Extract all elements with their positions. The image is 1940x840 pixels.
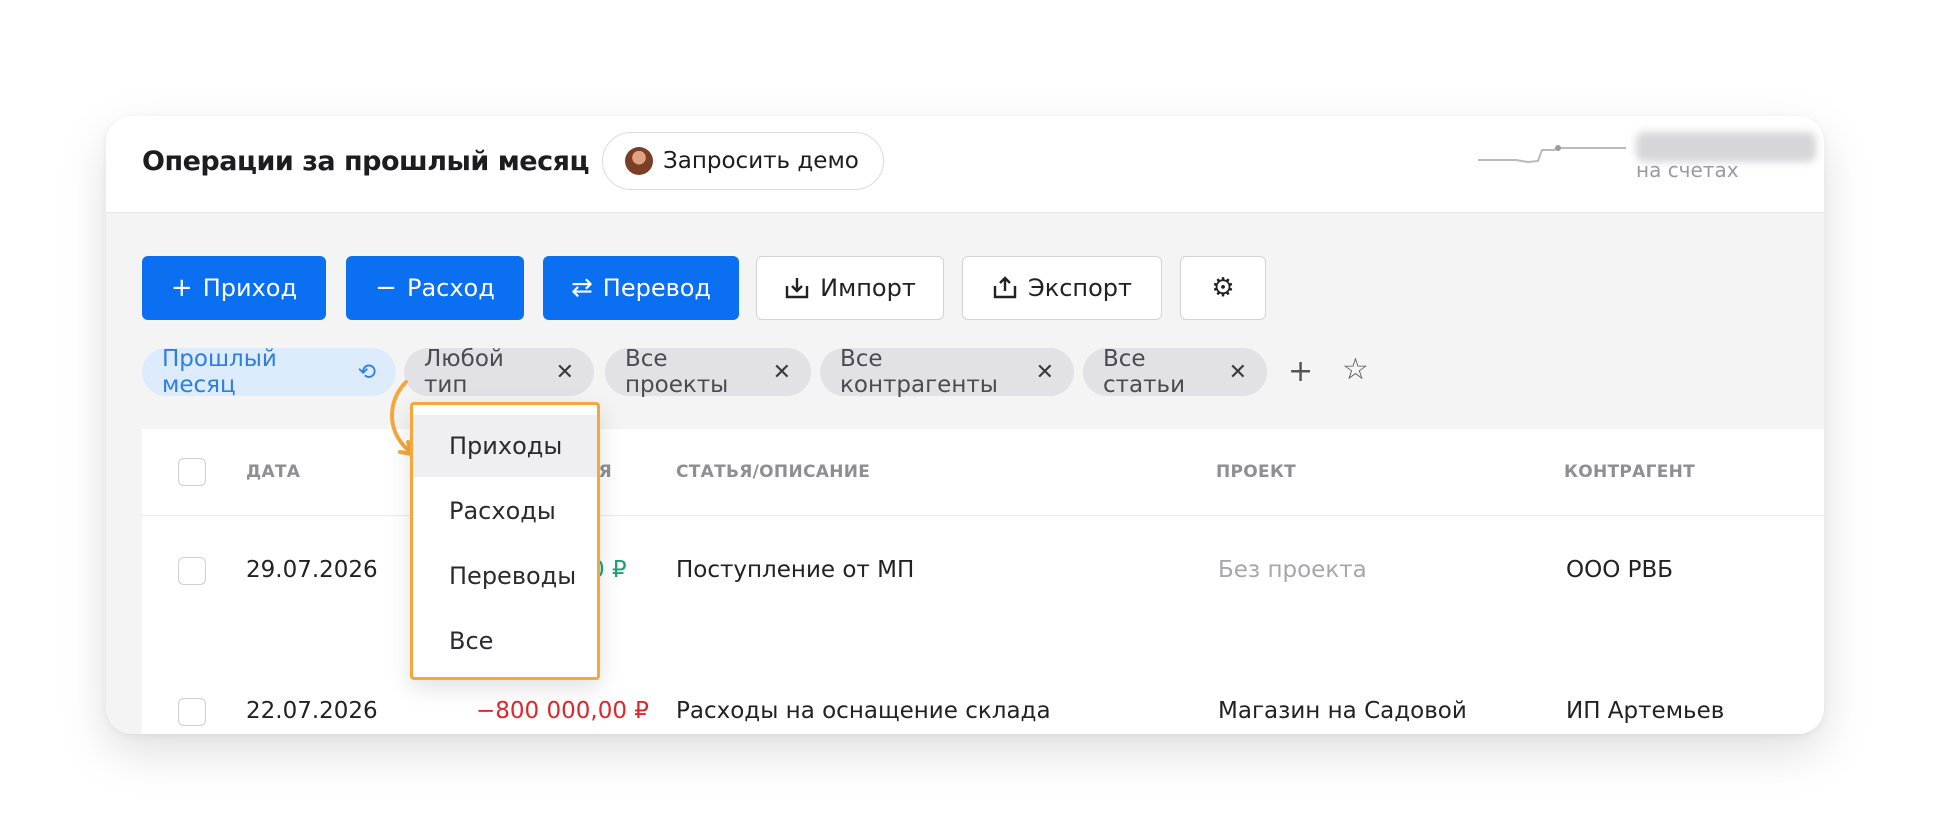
- operations-card: Операции за прошлый месяц Запросить демо…: [106, 116, 1824, 734]
- row-counterparty: ООО РВБ: [1566, 557, 1674, 583]
- request-demo-label: Запросить демо: [663, 148, 859, 174]
- close-icon[interactable]: ✕: [1229, 360, 1247, 385]
- table-row[interactable]: 29.07.2026 0 ₽ Поступление от МП Без про…: [142, 516, 1824, 626]
- dropdown-option-transfer[interactable]: Переводы: [413, 545, 597, 607]
- select-all-checkbox[interactable]: [178, 458, 206, 486]
- refresh-icon[interactable]: ⟲: [358, 360, 376, 385]
- arrows-swap-icon: ⇄: [570, 273, 593, 303]
- plus-icon[interactable]: +: [1288, 354, 1313, 389]
- column-project[interactable]: ПРОЕКТ: [1216, 462, 1296, 482]
- import-label: Импорт: [820, 274, 916, 302]
- row-date: 29.07.2026: [246, 557, 378, 583]
- row-counterparty: ИП Артемьев: [1566, 698, 1725, 724]
- column-counterparty[interactable]: КОНТРАГЕНТ: [1564, 462, 1695, 482]
- close-icon[interactable]: ✕: [1036, 360, 1054, 385]
- row-description: Поступление от МП: [676, 557, 915, 583]
- dropdown-option-income[interactable]: Приходы: [413, 415, 597, 477]
- operations-table: ДАТА ЦИЯ СТАТЬЯ/ОПИСАНИЕ ПРОЕКТ КОНТРАГЕ…: [142, 429, 1824, 734]
- row-project: Без проекта: [1218, 557, 1367, 583]
- filter-counterparties-label: Все контрагенты: [840, 346, 998, 398]
- export-button[interactable]: Экспорт: [962, 256, 1162, 320]
- export-label: Экспорт: [1027, 274, 1133, 302]
- import-button[interactable]: Импорт: [756, 256, 944, 320]
- dropdown-option-expense[interactable]: Расходы: [413, 480, 597, 542]
- import-icon: [785, 278, 809, 299]
- balance-caption: на счетах: [1636, 158, 1739, 182]
- star-icon[interactable]: ☆: [1342, 352, 1369, 387]
- close-icon[interactable]: ✕: [773, 360, 791, 385]
- request-demo-button[interactable]: Запросить демо: [602, 132, 884, 190]
- row-checkbox[interactable]: [178, 698, 206, 726]
- row-checkbox[interactable]: [178, 557, 206, 585]
- row-date: 22.07.2026: [246, 698, 378, 724]
- add-transfer-button[interactable]: ⇄ Перевод: [543, 256, 739, 320]
- minus-icon: −: [375, 273, 397, 303]
- add-expense-label: Расход: [406, 274, 495, 302]
- gear-icon: ⚙: [1211, 273, 1235, 303]
- export-icon: [993, 276, 1017, 299]
- type-dropdown-menu: Приходы Расходы Переводы Все: [410, 402, 600, 680]
- filter-projects-label: Все проекты: [625, 346, 729, 398]
- row-description: Расходы на оснащение склада: [676, 698, 1051, 724]
- manager-avatar: [625, 147, 653, 175]
- add-income-button[interactable]: + Приход: [142, 256, 326, 320]
- filter-categories-label: Все статьи: [1103, 346, 1186, 398]
- column-category[interactable]: СТАТЬЯ/ОПИСАНИЕ: [676, 462, 870, 482]
- filter-type-label: Любой тип: [424, 346, 504, 398]
- row-project: Магазин на Садовой: [1218, 698, 1467, 724]
- settings-button[interactable]: ⚙: [1180, 256, 1266, 320]
- plus-icon: +: [170, 273, 193, 303]
- page-header: Операции за прошлый месяц Запросить демо…: [106, 116, 1824, 213]
- close-icon[interactable]: ✕: [556, 360, 574, 385]
- dropdown-option-all[interactable]: Все: [413, 610, 597, 672]
- filter-counterparties[interactable]: Все контрагенты ✕: [820, 346, 1074, 398]
- filter-period-label: Прошлый месяц: [162, 346, 277, 398]
- add-transfer-label: Перевод: [602, 274, 712, 302]
- page-title: Операции за прошлый месяц: [142, 146, 589, 177]
- filter-categories[interactable]: Все статьи ✕: [1083, 346, 1267, 398]
- filter-projects[interactable]: Все проекты ✕: [605, 346, 811, 398]
- table-row[interactable]: 22.07.2026 −800 000,00 ₽ Расходы на осна…: [142, 626, 1824, 734]
- add-expense-button[interactable]: − Расход: [346, 256, 524, 320]
- add-income-label: Приход: [202, 274, 298, 302]
- balance-sparkline: [1478, 145, 1626, 164]
- filter-period[interactable]: Прошлый месяц ⟲: [142, 346, 396, 398]
- row-amount: −800 000,00 ₽: [476, 698, 649, 724]
- column-date[interactable]: ДАТА: [246, 462, 300, 482]
